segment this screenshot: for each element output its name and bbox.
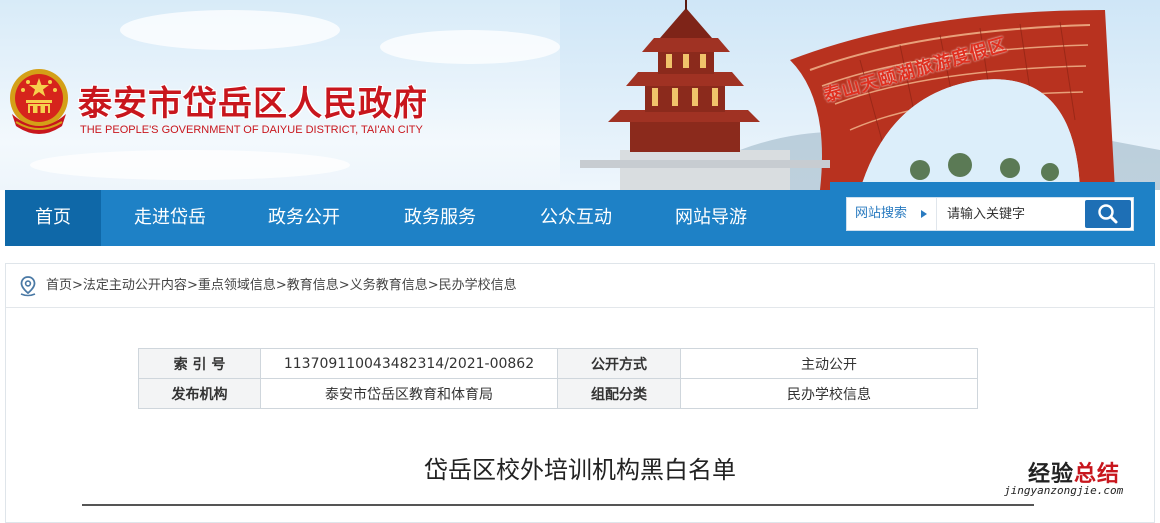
nav-item-gov-services[interactable]: 政务服务: [369, 190, 511, 246]
site-title: 泰安市岱岳区人民政府: [78, 84, 428, 124]
location-pin-icon: [20, 276, 36, 297]
nav-item-site-guide[interactable]: 网站导游: [641, 190, 781, 246]
meta-value-index: 113709110043482314/2021-00862: [260, 348, 558, 379]
breadcrumb-link-education[interactable]: 教育信息: [287, 278, 339, 293]
breadcrumb: 首页>法定主动公开内容>重点领域信息>教育信息>义务教育信息>民办学校信息: [46, 264, 517, 308]
breadcrumb-link-key-areas[interactable]: 重点领域信息: [198, 278, 276, 293]
breadcrumb-separator: >: [275, 278, 287, 293]
caret-right-icon: [921, 210, 927, 218]
nav-list: 首页 走进岱岳 政务公开 政务服务 公众互动 网站导游: [5, 190, 781, 246]
breadcrumb-link-private-schools[interactable]: 民办学校信息: [439, 278, 517, 293]
breadcrumb-row: 首页>法定主动公开内容>重点领域信息>教育信息>义务教育信息>民办学校信息: [6, 264, 1154, 308]
search-box: 网站搜索: [846, 197, 1134, 231]
header-banner: 泰安市岱岳区人民政府 THE PEOPLE'S GOVERNMENT OF DA…: [0, 0, 1160, 190]
meta-row: 发布机构 泰安市岱岳区教育和体育局 组配分类 民办学校信息: [138, 378, 978, 409]
search-icon: [1098, 204, 1118, 224]
breadcrumb-separator: >: [72, 278, 83, 293]
search-scope-dropdown[interactable]: 网站搜索: [847, 198, 937, 230]
nav-item-public-interaction[interactable]: 公众互动: [511, 190, 641, 246]
search-panel: 网站搜索: [830, 182, 1155, 246]
search-button[interactable]: [1085, 200, 1131, 228]
meta-value-disclosure: 主动公开: [680, 348, 978, 379]
meta-label-disclosure: 公开方式: [557, 348, 681, 379]
watermark: 经验总结 jingyanzongjie.com: [1004, 456, 1154, 506]
search-input[interactable]: [939, 198, 1079, 230]
meta-value-category: 民办学校信息: [680, 378, 978, 409]
breadcrumb-link-compulsory-education[interactable]: 义务教育信息: [350, 278, 428, 293]
nav-item-home[interactable]: 首页: [5, 190, 101, 246]
watermark-url: jingyanzongjie.com: [1004, 484, 1124, 497]
content-frame: 首页>法定主动公开内容>重点领域信息>教育信息>义务教育信息>民办学校信息 索 …: [5, 263, 1155, 523]
cloud-decoration: [120, 10, 340, 50]
meta-label-publisher: 发布机构: [138, 378, 261, 409]
national-emblem-icon: [10, 69, 68, 134]
breadcrumb-link-statutory-disclosure[interactable]: 法定主动公开内容: [83, 278, 187, 293]
cloud-decoration: [380, 30, 560, 64]
meta-value-publisher: 泰安市岱岳区教育和体育局: [260, 378, 558, 409]
cloud-decoration: [30, 150, 350, 180]
nav-item-about[interactable]: 走进岱岳: [101, 190, 239, 246]
nav-item-gov-affairs-open[interactable]: 政务公开: [239, 190, 369, 246]
title-divider: [82, 504, 1034, 506]
site-subtitle: THE PEOPLE'S GOVERNMENT OF DAIYUE DISTRI…: [80, 124, 423, 136]
meta-row: 索 引 号 113709110043482314/2021-00862 公开方式…: [138, 348, 978, 379]
meta-label-category: 组配分类: [557, 378, 681, 409]
breadcrumb-separator: >: [338, 278, 350, 293]
meta-label-index: 索 引 号: [138, 348, 261, 379]
article-title: 岱岳区校外培训机构黑白名单: [424, 456, 736, 484]
breadcrumb-separator: >: [186, 278, 198, 293]
search-scope-label: 网站搜索: [855, 206, 908, 221]
breadcrumb-separator: >: [427, 278, 439, 293]
breadcrumb-link-home[interactable]: 首页: [46, 278, 72, 293]
document-meta-table: 索 引 号 113709110043482314/2021-00862 公开方式…: [138, 348, 978, 409]
main-navigation: 首页 走进岱岳 政务公开 政务服务 公众互动 网站导游 网站搜索: [5, 182, 1155, 246]
